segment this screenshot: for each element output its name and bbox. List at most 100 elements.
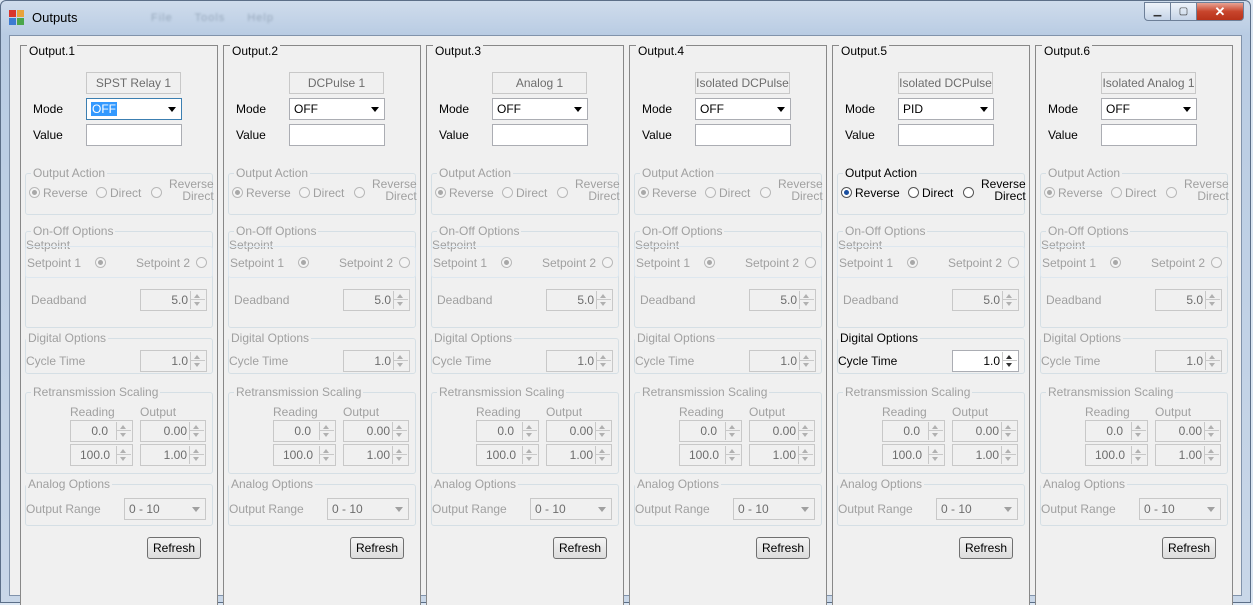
spinner-arrows-icon[interactable] <box>798 422 813 440</box>
mode-select[interactable]: PID <box>898 98 994 120</box>
reverse-direct-radio[interactable] <box>354 187 365 198</box>
output-high-spinner[interactable]: 1.00 <box>749 444 815 466</box>
deadband-spinner[interactable]: 5.0 <box>546 289 613 311</box>
deadband-spinner[interactable]: 5.0 <box>140 289 207 311</box>
spinner-arrows-icon[interactable] <box>319 446 334 464</box>
deadband-spinner[interactable]: 5.0 <box>343 289 410 311</box>
spinner-arrows-icon[interactable] <box>928 446 943 464</box>
value-input[interactable] <box>289 124 385 146</box>
spinner-arrows-icon[interactable] <box>1131 446 1146 464</box>
spinner-arrows-icon[interactable] <box>1204 446 1219 464</box>
direct-radio[interactable] <box>908 187 919 198</box>
cycle-time-spinner[interactable]: 1.0 <box>140 350 207 372</box>
reverse-direct-radio[interactable] <box>151 187 162 198</box>
cycle-time-spinner[interactable]: 1.0 <box>343 350 410 372</box>
cycle-time-spinner[interactable]: 1.0 <box>1155 350 1222 372</box>
reverse-radio[interactable] <box>435 187 446 198</box>
maximize-button[interactable]: ▢ <box>1171 2 1197 21</box>
spinner-arrows-icon[interactable] <box>928 422 943 440</box>
output-high-spinner[interactable]: 1.00 <box>952 444 1018 466</box>
output-low-spinner[interactable]: 0.00 <box>343 420 409 442</box>
reading-low-spinner[interactable]: 0.0 <box>70 420 133 442</box>
value-input[interactable] <box>492 124 588 146</box>
output-range-select[interactable]: 0 - 10 <box>1139 498 1221 520</box>
output-high-spinner[interactable]: 1.00 <box>546 444 612 466</box>
output-low-spinner[interactable]: 0.00 <box>749 420 815 442</box>
output-range-select[interactable]: 0 - 10 <box>124 498 206 520</box>
reading-low-spinner[interactable]: 0.0 <box>679 420 742 442</box>
spinner-arrows-icon[interactable] <box>1204 422 1219 440</box>
refresh-button[interactable]: Refresh <box>350 537 404 559</box>
refresh-button[interactable]: Refresh <box>756 537 810 559</box>
deadband-spinner[interactable]: 5.0 <box>952 289 1019 311</box>
setpoint1-radio[interactable] <box>704 257 715 268</box>
setpoint2-radio[interactable] <box>399 257 410 268</box>
reverse-radio[interactable] <box>841 187 852 198</box>
setpoint2-radio[interactable] <box>1211 257 1222 268</box>
cycle-time-spinner[interactable]: 1.0 <box>952 350 1019 372</box>
spinner-arrows-icon[interactable] <box>799 291 814 309</box>
spinner-arrows-icon[interactable] <box>393 352 408 370</box>
spinner-arrows-icon[interactable] <box>319 422 334 440</box>
reading-low-spinner[interactable]: 0.0 <box>273 420 336 442</box>
reading-low-spinner[interactable]: 0.0 <box>1085 420 1148 442</box>
output-low-spinner[interactable]: 0.00 <box>546 420 612 442</box>
refresh-button[interactable]: Refresh <box>959 537 1013 559</box>
spinner-arrows-icon[interactable] <box>393 291 408 309</box>
reverse-direct-radio[interactable] <box>557 187 568 198</box>
setpoint1-radio[interactable] <box>1110 257 1121 268</box>
spinner-arrows-icon[interactable] <box>1205 352 1220 370</box>
direct-radio[interactable] <box>96 187 107 198</box>
spinner-arrows-icon[interactable] <box>116 446 131 464</box>
reading-high-spinner[interactable]: 100.0 <box>1085 444 1148 466</box>
mode-select[interactable]: OFF <box>695 98 791 120</box>
spinner-arrows-icon[interactable] <box>1131 422 1146 440</box>
spinner-arrows-icon[interactable] <box>798 446 813 464</box>
reading-high-spinner[interactable]: 100.0 <box>70 444 133 466</box>
output-range-select[interactable]: 0 - 10 <box>733 498 815 520</box>
spinner-arrows-icon[interactable] <box>189 446 204 464</box>
direct-radio[interactable] <box>502 187 513 198</box>
direct-radio[interactable] <box>1111 187 1122 198</box>
spinner-arrows-icon[interactable] <box>596 352 611 370</box>
output-high-spinner[interactable]: 1.00 <box>343 444 409 466</box>
minimize-button[interactable]: ▁ <box>1144 2 1171 21</box>
spinner-arrows-icon[interactable] <box>522 422 537 440</box>
reading-low-spinner[interactable]: 0.0 <box>476 420 539 442</box>
close-button[interactable]: ✕ <box>1197 2 1244 21</box>
refresh-button[interactable]: Refresh <box>1162 537 1216 559</box>
reading-high-spinner[interactable]: 100.0 <box>273 444 336 466</box>
reading-high-spinner[interactable]: 100.0 <box>679 444 742 466</box>
output-low-spinner[interactable]: 0.00 <box>140 420 206 442</box>
spinner-arrows-icon[interactable] <box>1002 352 1017 370</box>
value-input[interactable] <box>1101 124 1197 146</box>
output-range-select[interactable]: 0 - 10 <box>936 498 1018 520</box>
refresh-button[interactable]: Refresh <box>553 537 607 559</box>
direct-radio[interactable] <box>299 187 310 198</box>
cycle-time-spinner[interactable]: 1.0 <box>546 350 613 372</box>
spinner-arrows-icon[interactable] <box>189 422 204 440</box>
spinner-arrows-icon[interactable] <box>190 291 205 309</box>
reverse-radio[interactable] <box>1044 187 1055 198</box>
cycle-time-spinner[interactable]: 1.0 <box>749 350 816 372</box>
spinner-arrows-icon[interactable] <box>725 446 740 464</box>
spinner-arrows-icon[interactable] <box>392 446 407 464</box>
output-range-select[interactable]: 0 - 10 <box>327 498 409 520</box>
value-input[interactable] <box>86 124 182 146</box>
spinner-arrows-icon[interactable] <box>116 422 131 440</box>
direct-radio[interactable] <box>705 187 716 198</box>
reverse-radio[interactable] <box>638 187 649 198</box>
setpoint2-radio[interactable] <box>196 257 207 268</box>
setpoint1-radio[interactable] <box>907 257 918 268</box>
setpoint1-radio[interactable] <box>95 257 106 268</box>
setpoint2-radio[interactable] <box>1008 257 1019 268</box>
spinner-arrows-icon[interactable] <box>596 291 611 309</box>
value-input[interactable] <box>898 124 994 146</box>
refresh-button[interactable]: Refresh <box>147 537 201 559</box>
setpoint1-radio[interactable] <box>501 257 512 268</box>
output-range-select[interactable]: 0 - 10 <box>530 498 612 520</box>
spinner-arrows-icon[interactable] <box>725 422 740 440</box>
deadband-spinner[interactable]: 5.0 <box>749 289 816 311</box>
mode-select[interactable]: OFF <box>289 98 385 120</box>
mode-select[interactable]: OFF <box>492 98 588 120</box>
